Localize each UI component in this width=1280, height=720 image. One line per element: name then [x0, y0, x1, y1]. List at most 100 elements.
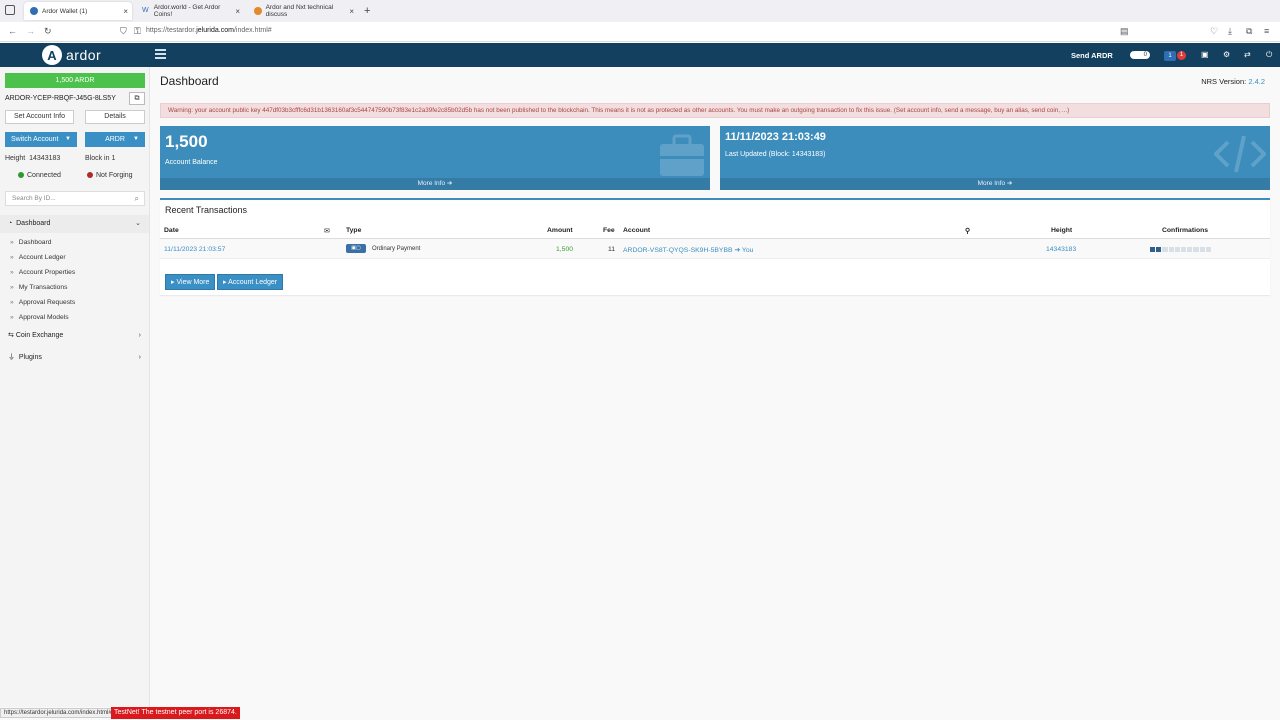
browser-tab-bar: Ardor Wallet (1) × W Ardor.world - Get A… — [0, 0, 1280, 22]
you-label: You — [741, 247, 754, 254]
switch-account-button[interactable]: Switch Account ▼ — [5, 132, 77, 147]
sidebar-item-approval-requests[interactable]: Approval Requests — [10, 299, 76, 306]
toggle-switch[interactable]: 0 — [1130, 51, 1150, 59]
back-icon[interactable]: ← — [8, 26, 17, 36]
download-icon[interactable]: ⤓ — [1228, 26, 1232, 37]
new-tab-icon[interactable]: + — [364, 5, 370, 17]
transaction-account[interactable]: ARDOR-VS8T-QYQS-SK9H-5BYBB ➔ You — [623, 246, 753, 254]
contacts-icon[interactable]: ▣ — [1201, 50, 1209, 59]
hamburger-menu-icon[interactable] — [155, 49, 166, 61]
currency-label: ARDR — [105, 136, 125, 143]
close-icon[interactable]: × — [349, 7, 354, 16]
url-domain: jelurida.com — [196, 27, 234, 34]
ardor-logo[interactable]: A ardor — [42, 45, 101, 65]
sidebar-item-dashboard[interactable]: Dashboard — [10, 239, 52, 246]
tab-label: Ardor.world - Get Ardor Coins! — [153, 4, 221, 18]
sidebar-item-account-ledger[interactable]: Account Ledger — [10, 254, 66, 261]
details-button[interactable]: Details — [85, 110, 145, 124]
dashboard-icon: ◔ — [8, 220, 13, 227]
transaction-amount: 1,500 — [556, 246, 574, 253]
extensions-icon[interactable]: ⧉ — [1246, 26, 1252, 37]
url-prefix: https://testardor. — [146, 27, 197, 34]
menu-dashboard-section[interactable]: ◔ Dashboard ⌄ — [0, 215, 149, 233]
confirmation-segment — [1150, 247, 1156, 252]
column-height: Height — [1051, 227, 1073, 234]
not-forging-label: Not Forging — [96, 172, 133, 179]
balance-button[interactable]: 1,500 ARDR — [5, 73, 145, 88]
confirmation-segment — [1205, 247, 1212, 252]
app-header: A ardor Send ARDR 0 1 1 ▣ ⚙ ⇄ ⏻ — [0, 43, 1280, 67]
logo-text: ardor — [66, 47, 102, 63]
account-ledger-label: Account Ledger — [228, 279, 278, 286]
nrs-version: NRS Version: 2.4.2 — [1201, 77, 1265, 86]
browser-tab-ardor-wallet[interactable]: Ardor Wallet (1) × — [24, 2, 132, 20]
search-input[interactable]: Search By ID... ⌕ — [5, 191, 145, 206]
arrow-circle-right-icon: ➔ — [1006, 180, 1013, 187]
reload-icon[interactable]: ↻ — [44, 26, 52, 37]
code-icon — [1214, 135, 1266, 173]
panel-title: Recent Transactions — [165, 205, 248, 215]
sidebar-item-my-transactions[interactable]: My Transactions — [10, 284, 68, 291]
forward-icon[interactable]: → — [26, 26, 35, 36]
transaction-date[interactable]: 11/11/2023 21:03:57 — [164, 246, 225, 253]
nrs-label: NRS Version: — [1201, 77, 1247, 86]
address-bar[interactable]: https://testardor.jelurida.com/index.htm… — [146, 27, 272, 34]
menu-icon[interactable]: ≡ — [1264, 26, 1269, 36]
confirmation-segment — [1168, 247, 1174, 252]
confirmation-segment — [1187, 247, 1193, 252]
height-display: Height 14343183 — [5, 155, 60, 162]
briefcase-icon — [660, 134, 704, 176]
send-ardr-button[interactable]: Send ARDR — [1071, 51, 1113, 60]
sidebar-item-account-properties[interactable]: Account Properties — [10, 269, 76, 276]
column-confirmations: Confirmations — [1162, 227, 1209, 234]
confirmation-segment — [1193, 247, 1199, 252]
account-id: ARDOR-YCEP-RBQF-J45G-8LS5Y — [5, 95, 116, 102]
more-info-link[interactable]: More Info ➔ — [160, 178, 710, 190]
reader-view-icon[interactable]: ▤ — [1120, 26, 1129, 37]
sidebar-item-approval-models[interactable]: Approval Models — [10, 314, 69, 321]
copy-icon[interactable]: ⧉ — [129, 92, 145, 105]
switch-account-label: Switch Account — [11, 136, 59, 143]
public-key-warning: Warning: your account public key 447df03… — [160, 103, 1270, 118]
set-account-info-button[interactable]: Set Account Info — [5, 110, 74, 124]
last-updated-card: 11/11/2023 21:03:49 Last Updated (Block:… — [720, 126, 1270, 190]
nrs-version-value[interactable]: 2.4.2 — [1248, 77, 1265, 86]
column-account: Account — [623, 227, 651, 234]
close-icon[interactable]: × — [123, 7, 128, 16]
caret-right-icon: ▸ — [223, 279, 227, 286]
account-link[interactable]: ARDOR-VS8T-QYQS-SK9H-5BYBB — [623, 247, 733, 254]
browser-tab-discussion[interactable]: Ardor and Nxt technical discuss × — [248, 2, 358, 20]
notifications-badge[interactable]: 1 1 — [1164, 49, 1186, 61]
view-more-button[interactable]: ▸ View More — [165, 274, 216, 290]
url-path: /index.html# — [233, 27, 272, 34]
currency-select[interactable]: ARDR ▼ — [85, 132, 145, 147]
lock-icon[interactable]: ⚿ — [134, 26, 141, 37]
browser-tab-ardor-world[interactable]: W Ardor.world - Get Ardor Coins! × — [136, 2, 244, 20]
red-dot-icon — [87, 172, 93, 178]
close-icon[interactable]: × — [235, 7, 240, 16]
power-icon[interactable]: ⏻ — [1266, 50, 1272, 60]
more-info-link[interactable]: More Info ➔ — [720, 178, 1270, 190]
pin-icon: ⚲ — [965, 228, 970, 235]
sidebar: 1,500 ARDR ARDOR-YCEP-RBQF-J45G-8LS5Y ⧉ … — [0, 67, 150, 707]
exchange-arrows-icon[interactable]: ⇄ — [1244, 50, 1251, 59]
forging-status: Not Forging — [87, 172, 133, 179]
balance-label: Account Balance — [165, 159, 218, 166]
ardor-logo-icon: A — [42, 45, 62, 65]
height-label: Height — [5, 155, 26, 162]
account-ledger-button[interactable]: ▸ Account Ledger — [217, 274, 284, 290]
tab-overview-icon[interactable] — [5, 5, 15, 15]
caret-down-icon: ▼ — [133, 136, 139, 142]
notification-count-blue: 1 — [1164, 51, 1176, 61]
menu-coin-exchange[interactable]: ⇆ Coin Exchange › — [0, 327, 149, 345]
search-icon[interactable]: ⌕ — [135, 192, 139, 205]
notification-count-red: 1 — [1177, 51, 1186, 60]
transaction-height[interactable]: 14343183 — [1046, 246, 1076, 253]
menu-plugins[interactable]: ⏚ Plugins › — [0, 349, 149, 367]
pocket-icon[interactable]: ♡ — [1210, 26, 1218, 37]
shield-icon[interactable]: ⛉ — [120, 26, 127, 37]
recent-transactions-panel: Recent Transactions Date ✉ Type Amount F… — [160, 198, 1270, 295]
green-dot-icon — [18, 172, 24, 178]
confirmation-segment — [1156, 247, 1162, 252]
gear-icon[interactable]: ⚙ — [1223, 50, 1230, 59]
